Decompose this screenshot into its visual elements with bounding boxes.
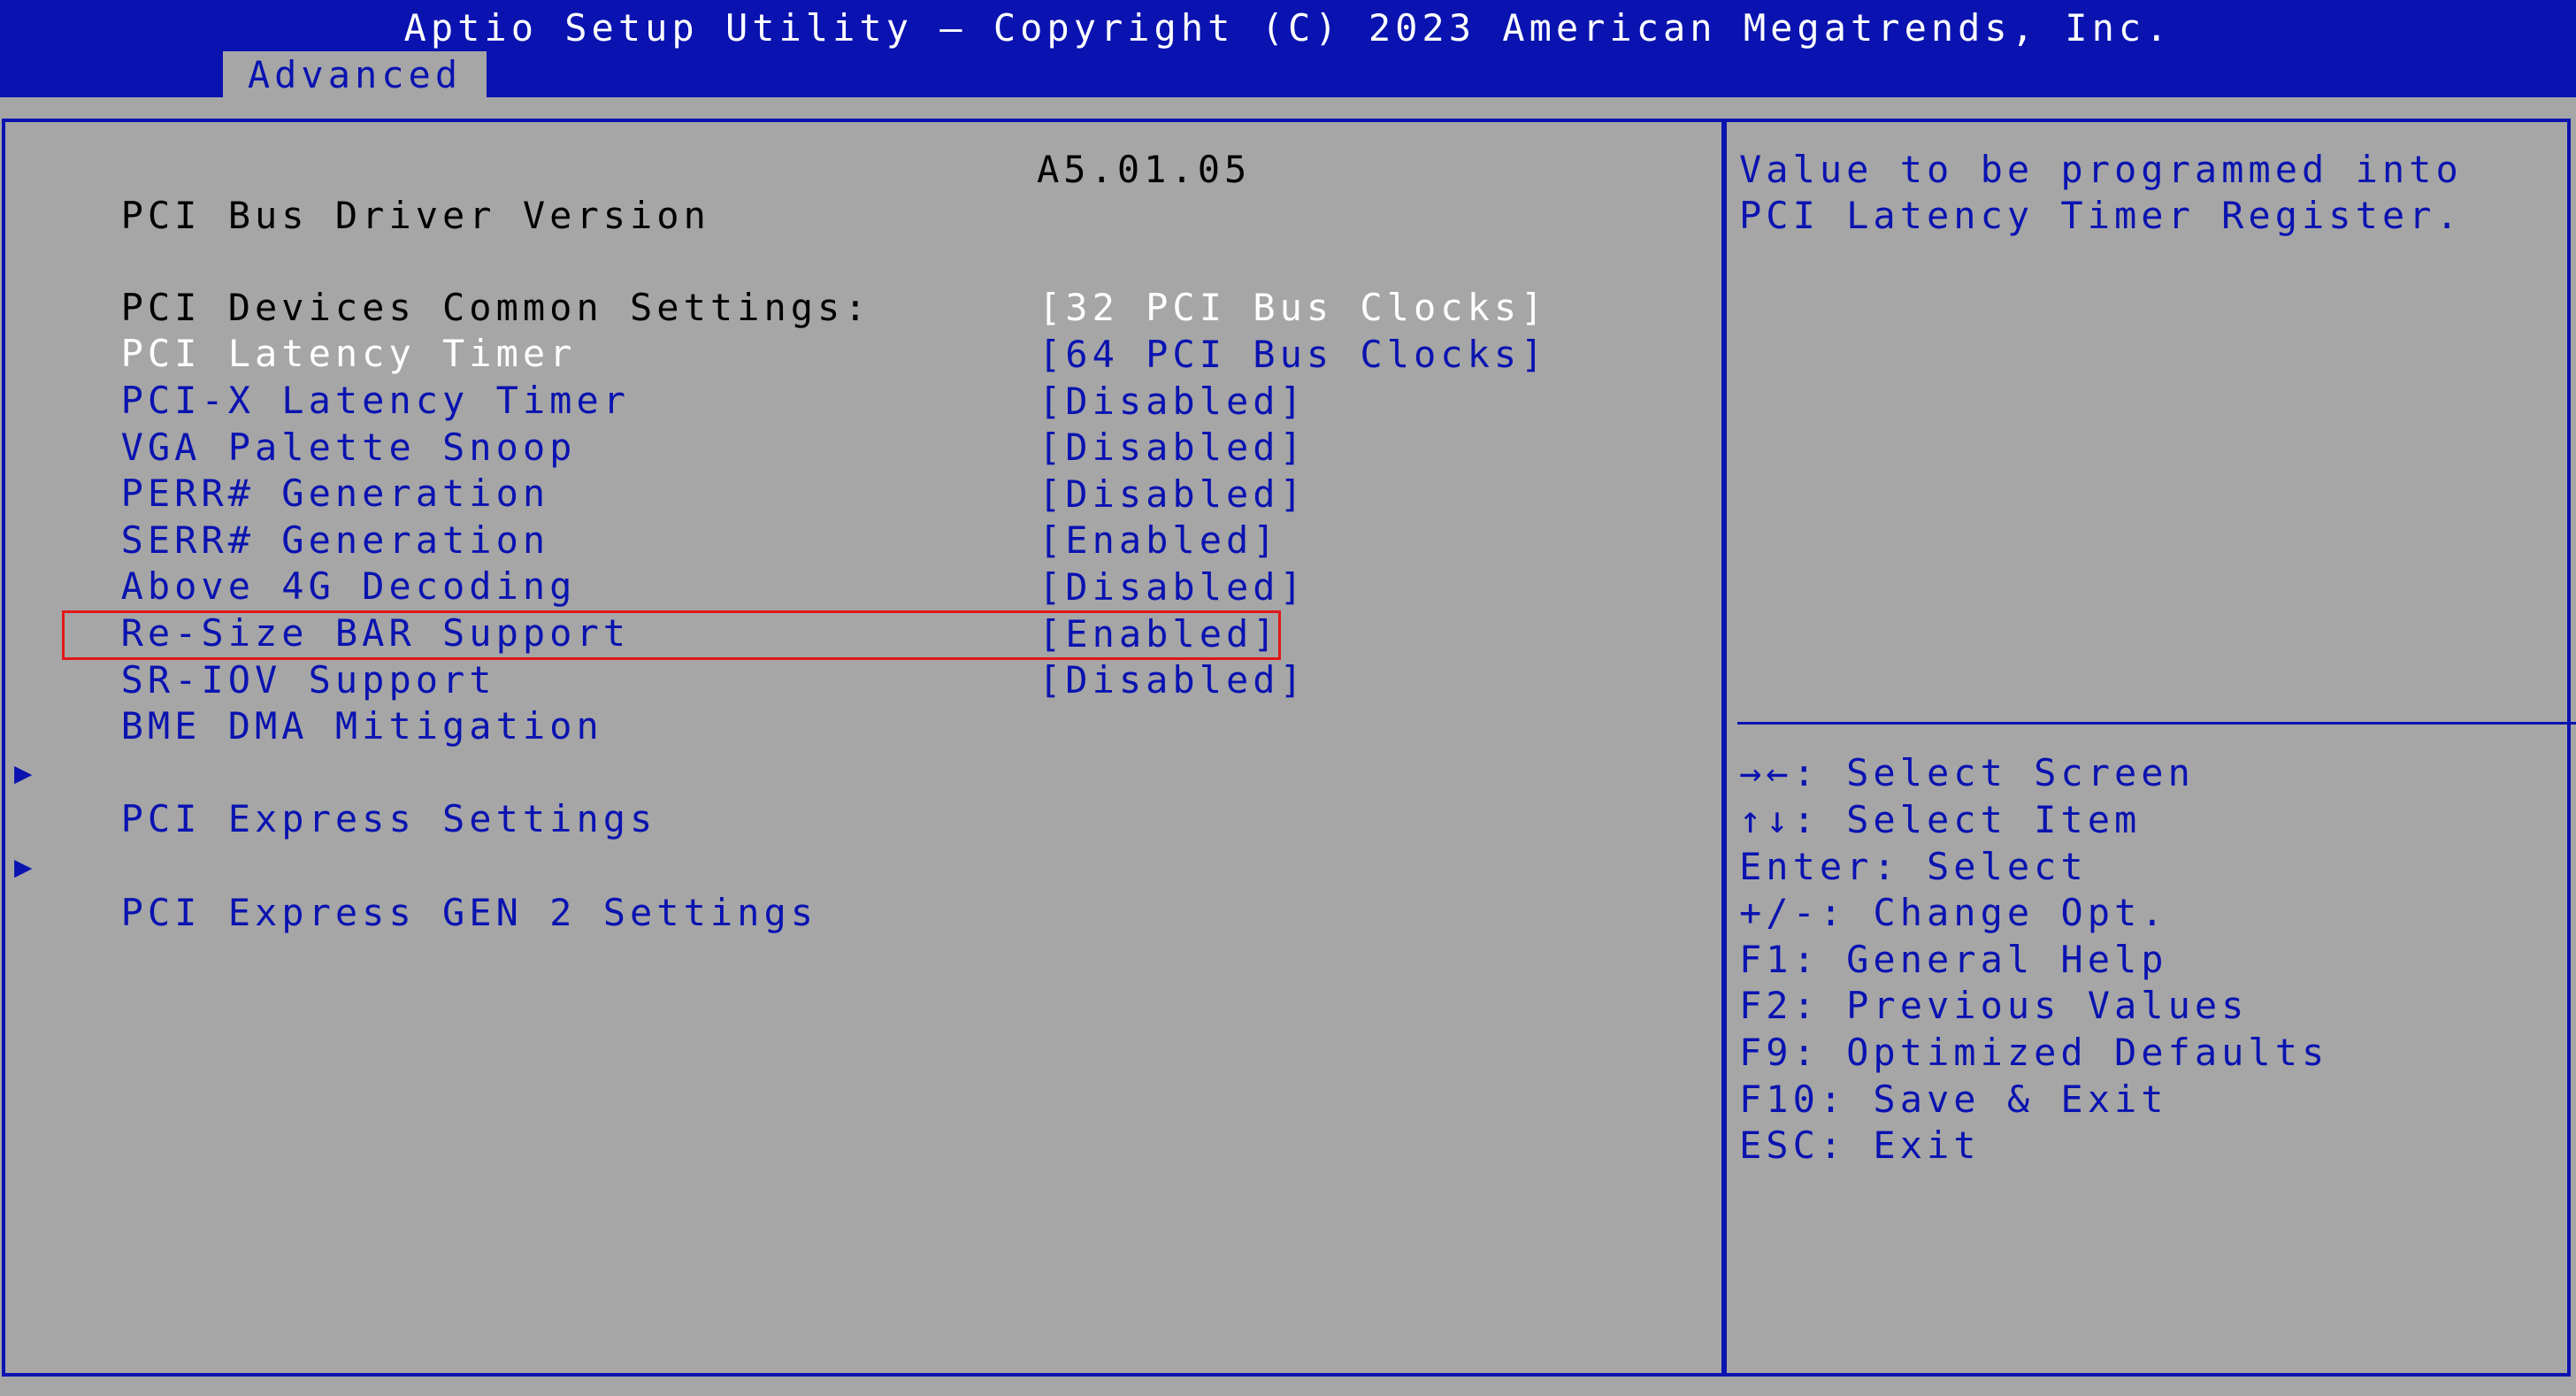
setting-resize-bar-support[interactable]: Re-Size BAR Support [Disabled] — [67, 564, 1302, 655]
key-help-f9: F9: Optimized Defaults — [1739, 1031, 2329, 1074]
setting-vga-palette-snoop[interactable]: VGA Palette Snoop [Disabled] — [67, 379, 1302, 469]
submenu-label: PCI Express GEN 2 Settings — [120, 891, 818, 934]
pci-bus-driver-version-label: PCI Bus Driver Version — [120, 194, 710, 237]
key-help-f2: F2: Previous Values — [1739, 984, 2249, 1027]
pci-bus-driver-version-value: A5.01.05 — [1037, 148, 1252, 191]
help-text-line: Value to be programmed into — [1739, 148, 2463, 191]
key-help-enter: Enter: Select — [1739, 845, 2088, 888]
setting-pci-latency-timer[interactable]: PCI Latency Timer [32 PCI Bus Clocks] — [67, 285, 1544, 375]
section-heading: PCI Devices Common Settings: — [67, 239, 871, 329]
setting-value[interactable]: [Disabled] — [1039, 425, 1307, 471]
submenu-pci-express-settings[interactable]: PCI Express Settings — [67, 750, 656, 840]
key-help-f1: F1: General Help — [1739, 938, 2168, 981]
setting-value[interactable]: [Disabled] — [1039, 379, 1307, 425]
submenu-label: PCI Express Settings — [120, 797, 657, 840]
key-help-select-screen: →←: Select Screen — [1739, 751, 2195, 794]
setting-serr-generation[interactable]: SERR# Generation [Disabled] — [67, 472, 1302, 562]
title-bar: Aptio Setup Utility – Copyright (C) 2023… — [0, 0, 2576, 99]
setting-value[interactable]: [64 PCI Bus Clocks] — [1039, 332, 1547, 378]
help-text-line: PCI Latency Timer Register. — [1739, 194, 2463, 237]
setting-value[interactable]: [Disabled] — [1039, 564, 1307, 610]
key-help-change-opt: +/-: Change Opt. — [1739, 891, 2168, 934]
key-help-f10: F10: Save & Exit — [1739, 1078, 2168, 1121]
setting-value[interactable]: [Disabled] — [1039, 472, 1307, 518]
setting-value[interactable]: [Disabled] — [1039, 657, 1307, 703]
help-divider — [1737, 722, 2576, 725]
key-help-select-item: ↑↓: Select Item — [1739, 798, 2142, 841]
setting-value[interactable]: [Enabled] — [1039, 518, 1280, 564]
highlight-box — [62, 610, 1281, 660]
key-help-esc: ESC: Exit — [1739, 1124, 1981, 1167]
setting-above-4g-decoding[interactable]: Above 4G Decoding [Enabled] — [67, 518, 1276, 608]
panel-divider — [1721, 119, 1727, 1377]
submenu-pci-express-gen2-settings[interactable]: PCI Express GEN 2 Settings — [67, 844, 817, 934]
setting-pci-x-latency-timer[interactable]: PCI-X Latency Timer [64 PCI Bus Clocks] — [67, 332, 1544, 422]
tab-advanced[interactable]: Advanced — [223, 51, 487, 99]
app-title: Aptio Setup Utility – Copyright (C) 2023… — [403, 6, 2173, 50]
setting-label: BME DMA Mitigation — [120, 704, 603, 748]
triangle-right-icon: ▶ — [14, 849, 37, 885]
setting-value[interactable]: [32 PCI Bus Clocks] — [1039, 285, 1547, 331]
setting-perr-generation[interactable]: PERR# Generation [Disabled] — [67, 425, 1302, 515]
pci-bus-driver-version-row: PCI Bus Driver Version A5.01.05 — [67, 147, 1247, 237]
triangle-right-icon: ▶ — [14, 756, 37, 791]
setting-bme-dma-mitigation[interactable]: BME DMA Mitigation [Disabled] — [67, 657, 1302, 748]
